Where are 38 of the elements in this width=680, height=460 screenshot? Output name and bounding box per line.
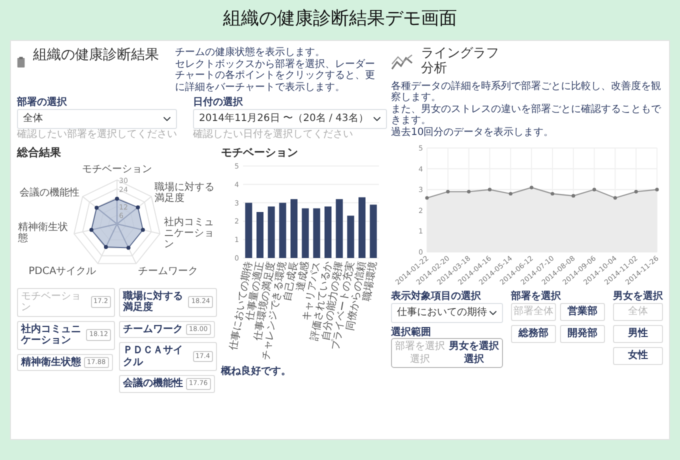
- description-text: セレクトボックスから部署を選択、レーダーチャートの各ポイントをクリックすると、更に詳細をバーチャートで表示します。: [175, 58, 376, 93]
- axis-label: 職場に対する満足度: [154, 182, 216, 204]
- range-text: 男女を選択: [449, 341, 499, 353]
- section-title: 総合結果: [17, 147, 62, 160]
- department-option[interactable]: 総務部: [511, 324, 556, 343]
- axis-label: チームワーク: [138, 266, 198, 278]
- axis-label: モチベーション: [82, 164, 152, 176]
- description-text: チームの健康状態を表示します。: [175, 47, 326, 58]
- field-label: 部署の選択: [17, 97, 68, 108]
- description-text: 各種データの詳細を時系列で部署ごとに比較し、改善度を観察します。: [391, 80, 662, 104]
- range-text: 選択: [463, 354, 485, 366]
- field-label: 選択範囲: [391, 326, 432, 338]
- section-heading: ライングラフ分析: [421, 47, 500, 77]
- gender-option[interactable]: 男性: [613, 324, 663, 343]
- help-text: 確認したい部署を選択してください: [17, 128, 177, 140]
- range-text: 部署を選択: [395, 341, 445, 353]
- field-label: 部署を選択: [511, 291, 562, 303]
- axis-label: 社内コミュニケーション: [164, 218, 215, 250]
- range-text: 選択: [409, 354, 431, 366]
- department-select[interactable]: 全体: [17, 108, 177, 128]
- axis-label: 会議の機能性: [19, 188, 80, 200]
- field-label: 表示対象項目の選択: [391, 291, 482, 303]
- axis-label: PDCAサイクル: [28, 266, 96, 278]
- description-text: また、男女のストレスの違いを部署ごとに確認することもできます。: [391, 104, 662, 126]
- page-heading: 組織の健康診断結果: [33, 47, 160, 64]
- department-option[interactable]: 開発部: [560, 324, 605, 343]
- summary-text: 概ね良好です。: [221, 366, 292, 378]
- description-text: 過去10回分のデータを表示します。: [391, 126, 555, 138]
- help-text: 確認したい日付を選択してください: [193, 128, 354, 140]
- page-title: 組織の健康診断結果デモ画面: [222, 6, 458, 31]
- item-select[interactable]: 仕事においての期待: [391, 302, 503, 323]
- date-select[interactable]: 2014年11月26日 〜（20名 / 43名）: [193, 108, 388, 128]
- department-option[interactable]: 営業部: [560, 302, 605, 321]
- axis-label: 精神衛生状態: [18, 224, 69, 246]
- chart-title: モチベーション: [221, 147, 299, 160]
- gender-option[interactable]: 女性: [613, 346, 663, 365]
- field-label: 男女を選択: [613, 291, 663, 303]
- field-label: 日付の選択: [193, 97, 244, 108]
